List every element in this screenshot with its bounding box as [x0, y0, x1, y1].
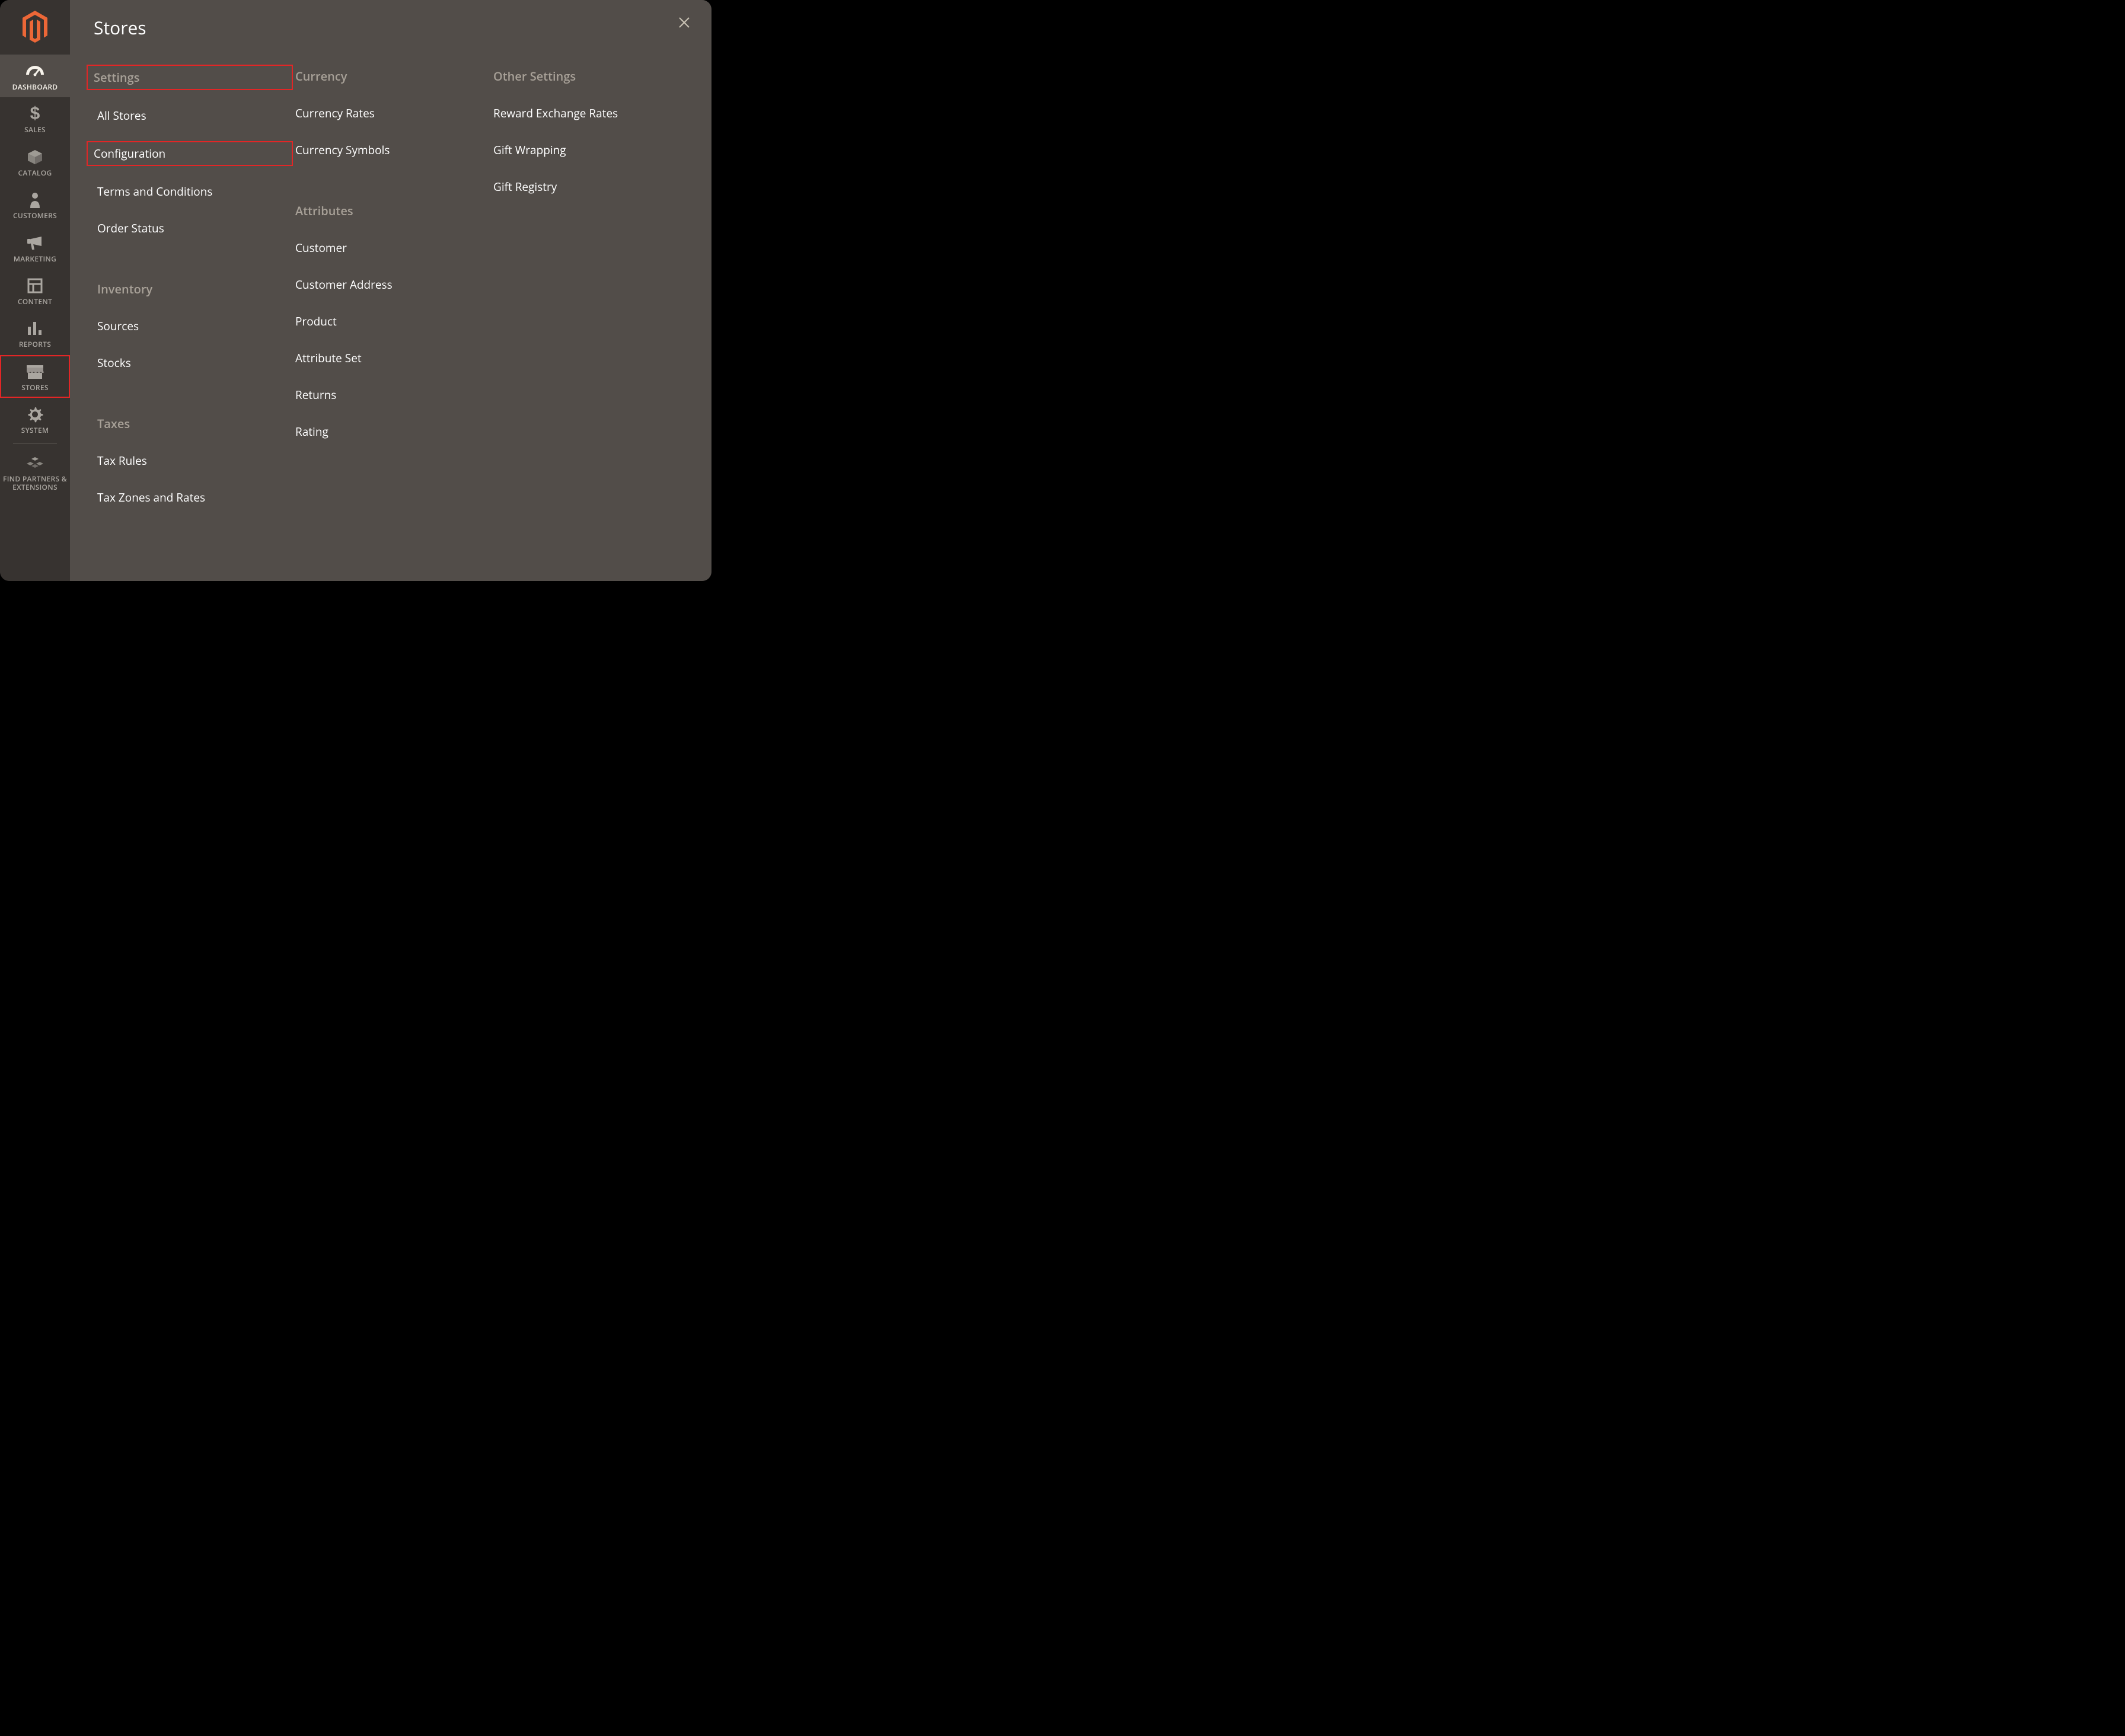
- sidebar-item-customers[interactable]: CUSTOMERS: [0, 183, 70, 226]
- sidebar-item-stores[interactable]: STORES: [0, 355, 70, 398]
- person-icon: [29, 190, 41, 209]
- sidebar-item-label: FIND PARTNERS & EXTENSIONS: [0, 475, 70, 492]
- sidebar-item-label: STORES: [21, 384, 49, 392]
- box-icon: [27, 148, 43, 167]
- sidebar-item-label: REPORTS: [19, 340, 51, 349]
- sidebar-item-catalog[interactable]: CATALOG: [0, 141, 70, 183]
- section-heading-currency: Currency: [292, 66, 490, 87]
- menu-link-customer[interactable]: Customer: [292, 238, 490, 258]
- stores-panel: Stores Settings All Stores Configuration…: [70, 0, 711, 581]
- menu-link-order-status[interactable]: Order Status: [94, 218, 292, 238]
- sidebar-item-system[interactable]: SYSTEM: [0, 398, 70, 441]
- menu-link-currency-rates[interactable]: Currency Rates: [292, 103, 490, 123]
- sidebar-item-dashboard[interactable]: DASHBOARD: [0, 55, 70, 97]
- menu-link-reward-exchange-rates[interactable]: Reward Exchange Rates: [490, 103, 688, 123]
- sidebar-item-label: SYSTEM: [21, 426, 49, 435]
- sidebar-item-label: SALES: [24, 126, 46, 134]
- sidebar-divider: [13, 443, 57, 444]
- menu-link-gift-registry[interactable]: Gift Registry: [490, 177, 688, 197]
- gauge-icon: [25, 62, 45, 81]
- gear-icon: [27, 405, 43, 424]
- sidebar-item-content[interactable]: CONTENT: [0, 269, 70, 312]
- magento-logo[interactable]: [18, 7, 52, 46]
- menu-link-stocks[interactable]: Stocks: [94, 353, 292, 373]
- menu-link-all-stores[interactable]: All Stores: [94, 106, 292, 126]
- menu-link-tax-rules[interactable]: Tax Rules: [94, 451, 292, 471]
- sidebar-item-reports[interactable]: REPORTS: [0, 312, 70, 355]
- section-heading-attributes: Attributes: [292, 200, 490, 221]
- sidebar-item-label: DASHBOARD: [12, 83, 58, 91]
- menu-link-attribute-set[interactable]: Attribute Set: [292, 348, 490, 368]
- menu-link-gift-wrapping[interactable]: Gift Wrapping: [490, 140, 688, 160]
- panel-column: Settings All Stores Configuration Terms …: [94, 66, 292, 524]
- sidebar: DASHBOARD $ SALES CATALOG: [0, 0, 70, 581]
- section-heading-settings: Settings: [88, 66, 292, 89]
- sidebar-item-find-partners[interactable]: FIND PARTNERS & EXTENSIONS: [0, 446, 70, 498]
- menu-link-configuration[interactable]: Configuration: [88, 142, 292, 165]
- svg-text:$: $: [30, 105, 40, 123]
- storefront-icon: [25, 362, 44, 381]
- menu-link-tax-zones-and-rates[interactable]: Tax Zones and Rates: [94, 487, 292, 508]
- admin-frame: DASHBOARD $ SALES CATALOG: [0, 0, 711, 581]
- sidebar-item-label: CATALOG: [18, 169, 52, 177]
- section-heading-other-settings: Other Settings: [490, 66, 688, 87]
- menu-link-sources[interactable]: Sources: [94, 316, 292, 336]
- panel-columns: Settings All Stores Configuration Terms …: [94, 66, 688, 524]
- megaphone-icon: [26, 234, 44, 253]
- sidebar-item-label: MARKETING: [14, 255, 56, 263]
- sidebar-item-label: CONTENT: [18, 298, 52, 306]
- bar-chart-icon: [27, 319, 43, 338]
- section-heading-inventory: Inventory: [94, 279, 292, 299]
- sidebar-item-label: CUSTOMERS: [13, 212, 57, 220]
- menu-link-rating[interactable]: Rating: [292, 422, 490, 442]
- section-heading-taxes: Taxes: [94, 413, 292, 434]
- menu-link-returns[interactable]: Returns: [292, 385, 490, 405]
- panel-title: Stores: [94, 15, 688, 40]
- panel-column: Currency Currency Rates Currency Symbols…: [292, 66, 490, 524]
- sidebar-item-sales[interactable]: $ SALES: [0, 97, 70, 140]
- menu-link-product[interactable]: Product: [292, 311, 490, 331]
- close-button[interactable]: [677, 15, 691, 33]
- layout-icon: [27, 276, 43, 295]
- menu-link-customer-address[interactable]: Customer Address: [292, 275, 490, 295]
- menu-link-currency-symbols[interactable]: Currency Symbols: [292, 140, 490, 160]
- panel-column: Other Settings Reward Exchange Rates Gif…: [490, 66, 688, 524]
- sidebar-item-marketing[interactable]: MARKETING: [0, 226, 70, 269]
- menu-link-terms-and-conditions[interactable]: Terms and Conditions: [94, 181, 292, 202]
- dollar-icon: $: [29, 104, 41, 123]
- blocks-icon: [27, 454, 43, 473]
